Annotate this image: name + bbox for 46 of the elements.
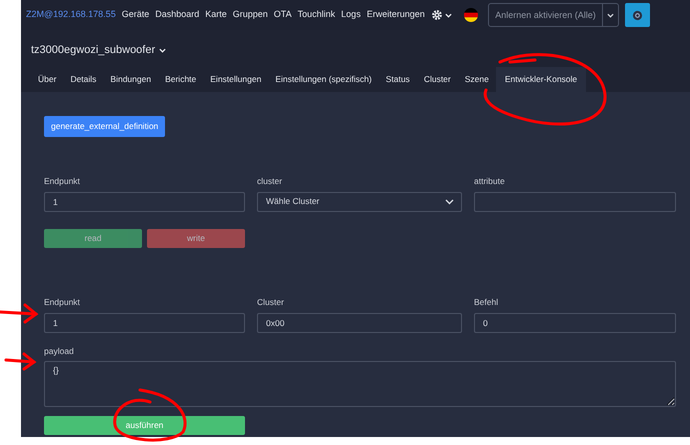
tab[interactable]: Szene [458,66,496,92]
settings-dropdown[interactable] [430,9,452,21]
input-field[interactable]: 0x00 [257,312,462,332]
caret-icon [606,12,614,18]
field-label: cluster [257,175,284,188]
nav-link[interactable]: Erweiterungen [366,8,425,22]
nav-link[interactable]: Geräte [122,8,150,22]
caret-icon [159,48,166,53]
input-field[interactable]: 1 [44,192,245,212]
field-label: Befehl [474,296,500,308]
tab[interactable]: Einstellungen [203,66,268,92]
generate-button[interactable]: generate_external_definition [44,116,166,137]
nav-link[interactable]: Logs [341,8,361,22]
device-title-dropdown[interactable]: tz3000egwozi_subwoofer [31,42,166,58]
tab[interactable]: Bindungen [103,66,158,92]
brand-link[interactable]: Z2M@192.168.178.55 [26,8,116,22]
nav-link[interactable]: Dashboard [155,8,200,22]
input-field[interactable]: 1 [44,312,245,332]
tab[interactable]: Einstellungen (spezifisch) [268,66,379,92]
nav-link[interactable]: OTA [274,8,292,22]
annotation-arrow [4,352,36,370]
flag-icon[interactable] [464,8,478,22]
caret-icon [445,198,454,205]
field-label: attribute [474,175,506,188]
field-label: Endpunkt [44,175,81,188]
tab[interactable]: Cluster [416,66,458,92]
tab[interactable]: Berichte [158,66,204,92]
nav-link[interactable]: Karte [205,8,227,22]
field-label: Endpunkt [44,296,81,308]
tab[interactable]: Details [63,66,104,92]
nav-link[interactable]: Gruppen [232,8,268,22]
gear-icon [632,10,643,20]
tab[interactable]: Status [378,66,417,92]
tab[interactable]: Entwickler-Konsole [496,66,586,92]
input-field[interactable]: 0 [474,312,676,332]
payload-field[interactable]: {} [44,361,676,408]
caret-icon [445,12,452,18]
nav-link[interactable]: Touchlink [298,8,336,22]
input-field[interactable] [474,192,676,212]
permit-join-select[interactable]: Anlernen aktivieren (Alle) [488,3,619,27]
settings-button[interactable] [624,3,650,27]
field-label: Cluster [257,296,285,308]
tab[interactable]: Über [31,66,64,92]
cluster-select[interactable]: Wähle Cluster [257,192,462,212]
annotation-arrow [0,304,38,324]
field-label: payload [44,344,75,358]
